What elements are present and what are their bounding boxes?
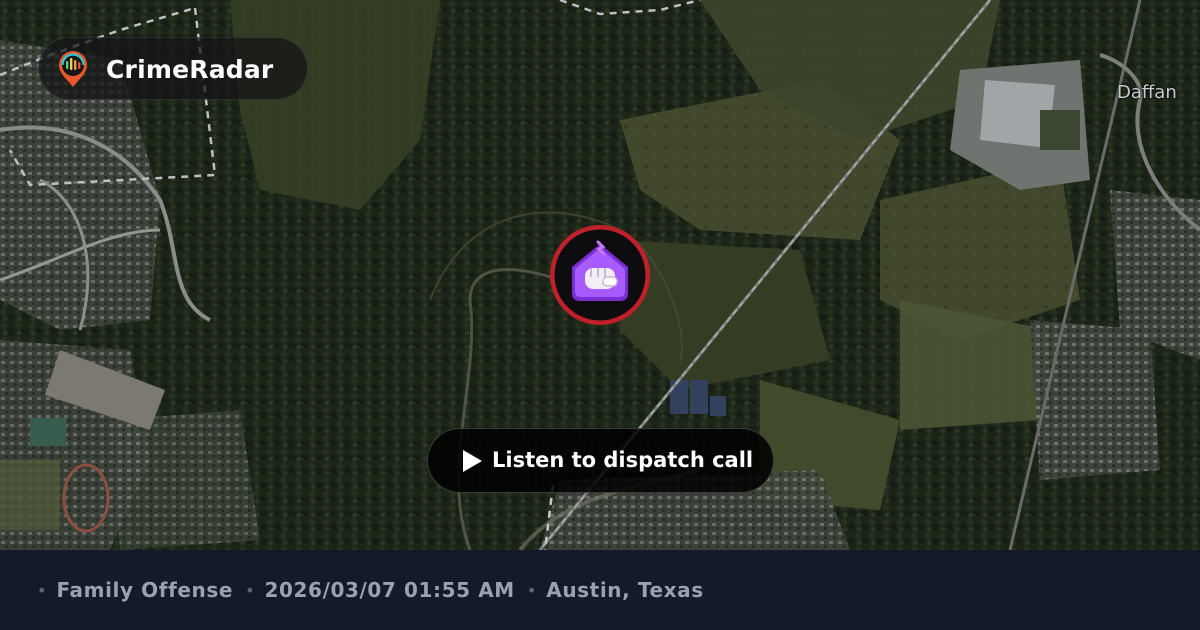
listen-dispatch-label: Listen to dispatch call <box>492 448 754 472</box>
incident-marker[interactable] <box>548 223 652 327</box>
incident-location-text: Austin, Texas <box>546 578 704 602</box>
map-place-label: Daffan <box>1117 82 1177 103</box>
incident-datetime: • 2026/03/07 01:55 AM <box>245 578 527 602</box>
satellite-map[interactable]: CrimeRadar Daffan Listen to dispatch cal… <box>0 0 1200 550</box>
separator-dot: • <box>37 580 47 600</box>
incident-datetime-text: 2026/03/07 01:55 AM <box>264 578 515 602</box>
incident-type-text: Family Offense <box>56 578 234 602</box>
play-icon <box>463 450 482 472</box>
listen-dispatch-button[interactable]: Listen to dispatch call <box>427 428 774 493</box>
incident-meta-bar: • Family Offense • 2026/03/07 01:55 AM •… <box>0 550 1200 630</box>
incident-location: • Austin, Texas <box>527 578 716 602</box>
brand-name: CrimeRadar <box>106 55 274 84</box>
brand-badge[interactable]: CrimeRadar <box>38 37 308 100</box>
radar-pin-icon <box>59 51 87 87</box>
separator-dot: • <box>526 580 537 600</box>
separator-dot: • <box>245 580 255 600</box>
incident-type: • Family Offense <box>37 578 245 602</box>
